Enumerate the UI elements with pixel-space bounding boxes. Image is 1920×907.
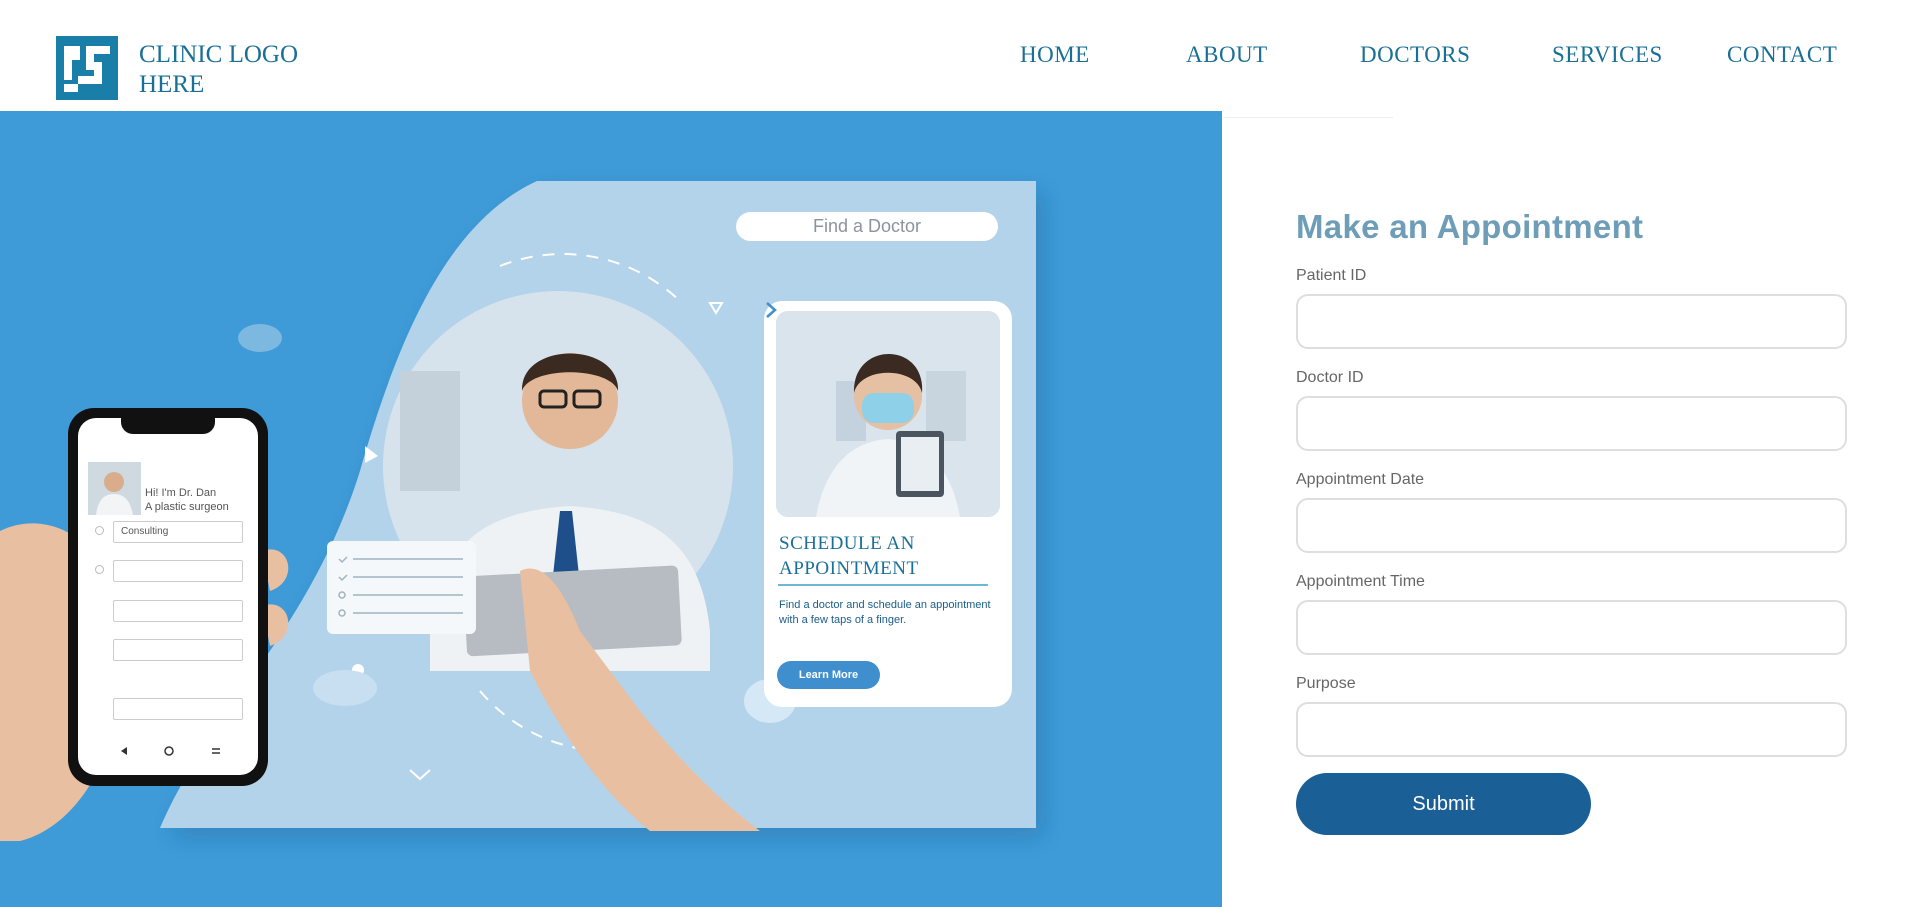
schedule-title: SCHEDULE AN APPOINTMENT bbox=[779, 533, 919, 579]
phone-field bbox=[113, 639, 243, 661]
appointment-time-input[interactable] bbox=[1296, 600, 1847, 655]
nav-home[interactable]: HOME bbox=[1020, 42, 1090, 68]
site-header: CLINIC LOGO HERE HOME ABOUT DOCTORS SERV… bbox=[0, 0, 1920, 111]
nav-about[interactable]: ABOUT bbox=[1186, 42, 1268, 68]
schedule-card: SCHEDULE AN APPOINTMENT Find a doctor an… bbox=[764, 301, 1012, 707]
phone-field bbox=[113, 698, 243, 720]
appointment-date-input[interactable] bbox=[1296, 498, 1847, 553]
nav-services[interactable]: SERVICES bbox=[1552, 42, 1663, 68]
phone-notch bbox=[121, 418, 215, 434]
phone-field bbox=[113, 600, 243, 622]
nurse-photo bbox=[776, 311, 1000, 517]
doctor-id-input[interactable] bbox=[1296, 396, 1847, 451]
schedule-rule bbox=[778, 584, 988, 586]
phone-screen: Hi! I'm Dr. Dan A plastic surgeon Consul… bbox=[78, 418, 258, 775]
checklist-card bbox=[327, 541, 476, 634]
form-title: Make an Appointment bbox=[1296, 208, 1644, 245]
submit-button[interactable]: Submit bbox=[1296, 773, 1591, 835]
purpose-label: Purpose bbox=[1296, 675, 1356, 692]
purpose-input[interactable] bbox=[1296, 702, 1847, 757]
doctor-avatar bbox=[88, 462, 141, 515]
checklist-lines-icon bbox=[338, 556, 463, 617]
phone-greeting-line2: A plastic surgeon bbox=[145, 501, 229, 513]
doctor-id-label: Doctor ID bbox=[1296, 369, 1364, 386]
patient-id-input[interactable] bbox=[1296, 294, 1847, 349]
appointment-date-label: Appointment Date bbox=[1296, 471, 1425, 488]
logo-text[interactable]: CLINIC LOGO HERE bbox=[139, 40, 339, 100]
learn-more-button[interactable]: Learn More bbox=[777, 661, 880, 689]
nav-contact[interactable]: CONTACT bbox=[1727, 42, 1837, 68]
phone-radio-icon bbox=[95, 565, 104, 574]
phone-greeting: Hi! I'm Dr. Dan A plastic surgeon bbox=[145, 486, 229, 514]
clinic-logo-icon[interactable] bbox=[56, 36, 118, 100]
phone-mockup: Hi! I'm Dr. Dan A plastic surgeon Consul… bbox=[68, 408, 268, 786]
phone-greeting-line1: Hi! I'm Dr. Dan bbox=[145, 487, 217, 499]
divider bbox=[1223, 117, 1393, 118]
phone-field-consulting: Consulting bbox=[113, 521, 243, 543]
schedule-description: Find a doctor and schedule an appointmen… bbox=[779, 599, 991, 626]
phone-nav-bar-icon bbox=[121, 746, 220, 756]
find-doctor-search: Find a Doctor bbox=[736, 212, 998, 241]
nav-doctors[interactable]: DOCTORS bbox=[1360, 42, 1470, 68]
phone-radio-icon bbox=[95, 526, 104, 535]
appointment-time-label: Appointment Time bbox=[1296, 573, 1425, 590]
patient-id-label: Patient ID bbox=[1296, 267, 1367, 284]
hero-illustration: Find a Doctor SCHEDULE AN APPOINTMENT Fi… bbox=[0, 111, 1222, 907]
phone-field bbox=[113, 560, 243, 582]
chevron-right-icon[interactable] bbox=[764, 301, 778, 319]
